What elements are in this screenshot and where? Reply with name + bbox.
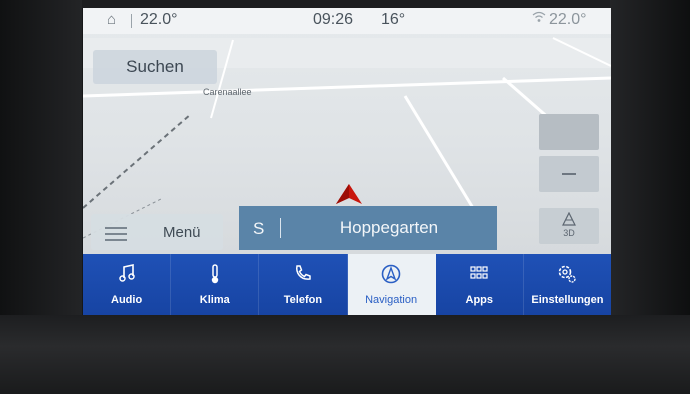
status-bar: ⌂ 22.0° 09:26 16° 22.0° [83,8,611,34]
current-road-bar[interactable]: S Hoppegarten [239,206,497,250]
status-divider [131,14,132,28]
thermometer-icon [171,261,258,287]
tab-telefon[interactable]: Telefon [259,254,348,315]
wifi-icon [532,11,546,26]
apps-grid-icon [436,261,523,287]
minus-icon [562,173,576,175]
menu-label: Menü [163,224,201,241]
tab-navigation[interactable]: Navigation [347,254,436,315]
view-mode-3d-button[interactable]: 3D [539,208,599,244]
clock: 09:26 [313,11,354,28]
view-mode-label: 3D [563,228,575,238]
tab-einstellungen[interactable]: Einstellungen [524,254,611,315]
tab-label: Audio [111,294,143,306]
current-street-name: Hoppegarten [339,218,439,237]
phone-icon [259,261,346,287]
tab-audio[interactable]: Audio [83,254,172,315]
navigation-icon [348,261,435,287]
tab-label: Klima [199,294,230,306]
gear-icon [524,261,611,287]
zoom-out-button[interactable] [539,156,599,192]
direction-indicator: S [253,219,265,238]
outside-temperature: 16° [381,11,406,28]
tab-label: Telefon [283,294,323,306]
tab-label: Einstellungen [531,294,604,306]
home-icon[interactable]: ⌂ [107,11,116,28]
inside-temperature: 22.0° [140,11,178,28]
search-button[interactable]: Suchen [93,50,217,84]
hamburger-icon [105,227,127,245]
tab-label: Navigation [365,294,418,306]
menu-button[interactable]: Menü [91,214,223,250]
map-street-label: Carenaallee [203,87,252,97]
map-control-button[interactable] [539,114,599,150]
bottom-nav-bar: Audio Klima Telefon Navigation Apps Eins… [83,254,611,315]
music-note-icon [83,261,170,287]
passenger-temperature: 22.0° [549,11,587,28]
bezel-bottom [0,315,690,394]
infotainment-screen: ⌂ 22.0° 09:26 16° 22.0° Suchen Carenaall… [83,8,611,315]
bezel-top [0,0,690,8]
tab-klima[interactable]: Klima [171,254,260,315]
tab-apps[interactable]: Apps [436,254,524,315]
tab-label: Apps [465,294,494,306]
